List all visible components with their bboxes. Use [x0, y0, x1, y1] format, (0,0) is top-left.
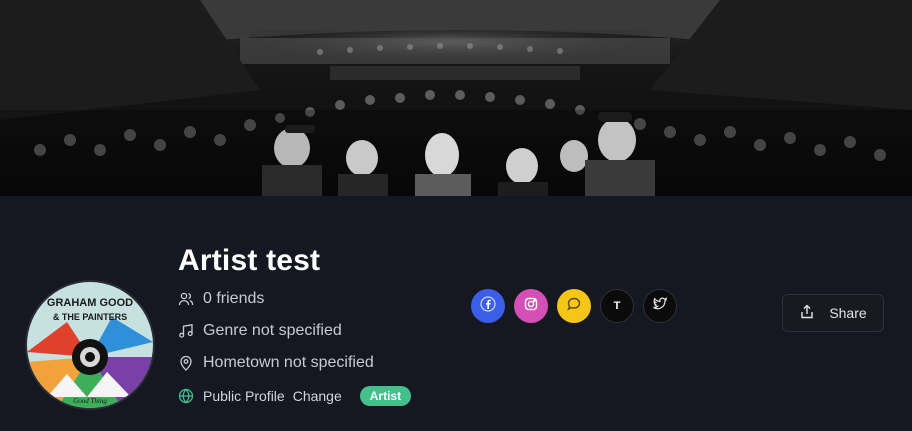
facebook-button[interactable] — [471, 289, 505, 323]
friends-row: 0 friends — [178, 288, 264, 310]
avatar-logo-line1: GRAHAM GOOD — [47, 297, 133, 309]
artist-avatar[interactable]: GRAHAM GOOD & THE PAINTERS Good Thing — [27, 282, 153, 408]
hometown-row: Hometown not specified — [178, 352, 374, 374]
artist-role-badge: Artist — [359, 386, 412, 406]
friends-count[interactable]: 0 friends — [203, 290, 264, 308]
globe-icon — [178, 388, 194, 404]
visibility-row: Public Profile Change Artist — [178, 385, 412, 407]
chat-bubble-icon — [566, 296, 582, 317]
avatar-logo-footer: Good Thing — [73, 397, 107, 405]
avatar-logo-line2: & THE PAINTERS — [53, 312, 127, 322]
tiktok-button[interactable]: T — [600, 289, 634, 323]
music-note-icon — [178, 323, 194, 339]
twitter-icon — [652, 296, 668, 317]
cover-banner-image — [0, 0, 912, 196]
share-icon — [799, 304, 815, 323]
hometown-text: Hometown not specified — [203, 354, 374, 371]
share-label: Share — [829, 305, 867, 321]
chat-button[interactable] — [557, 289, 591, 323]
change-visibility-link[interactable]: Change — [293, 388, 342, 404]
location-pin-icon — [178, 355, 194, 371]
share-button[interactable]: Share — [782, 294, 884, 332]
users-icon — [178, 291, 194, 307]
social-links: T — [471, 289, 677, 323]
twitter-button[interactable] — [643, 289, 677, 323]
visibility-label: Public Profile — [203, 388, 285, 404]
genre-row: Genre not specified — [178, 320, 342, 342]
instagram-button[interactable] — [514, 289, 548, 323]
tiktok-icon: T — [613, 300, 621, 312]
artist-name: Artist test — [178, 244, 321, 277]
genre-text: Genre not specified — [203, 322, 342, 339]
instagram-icon — [523, 296, 539, 317]
facebook-icon — [480, 295, 496, 317]
